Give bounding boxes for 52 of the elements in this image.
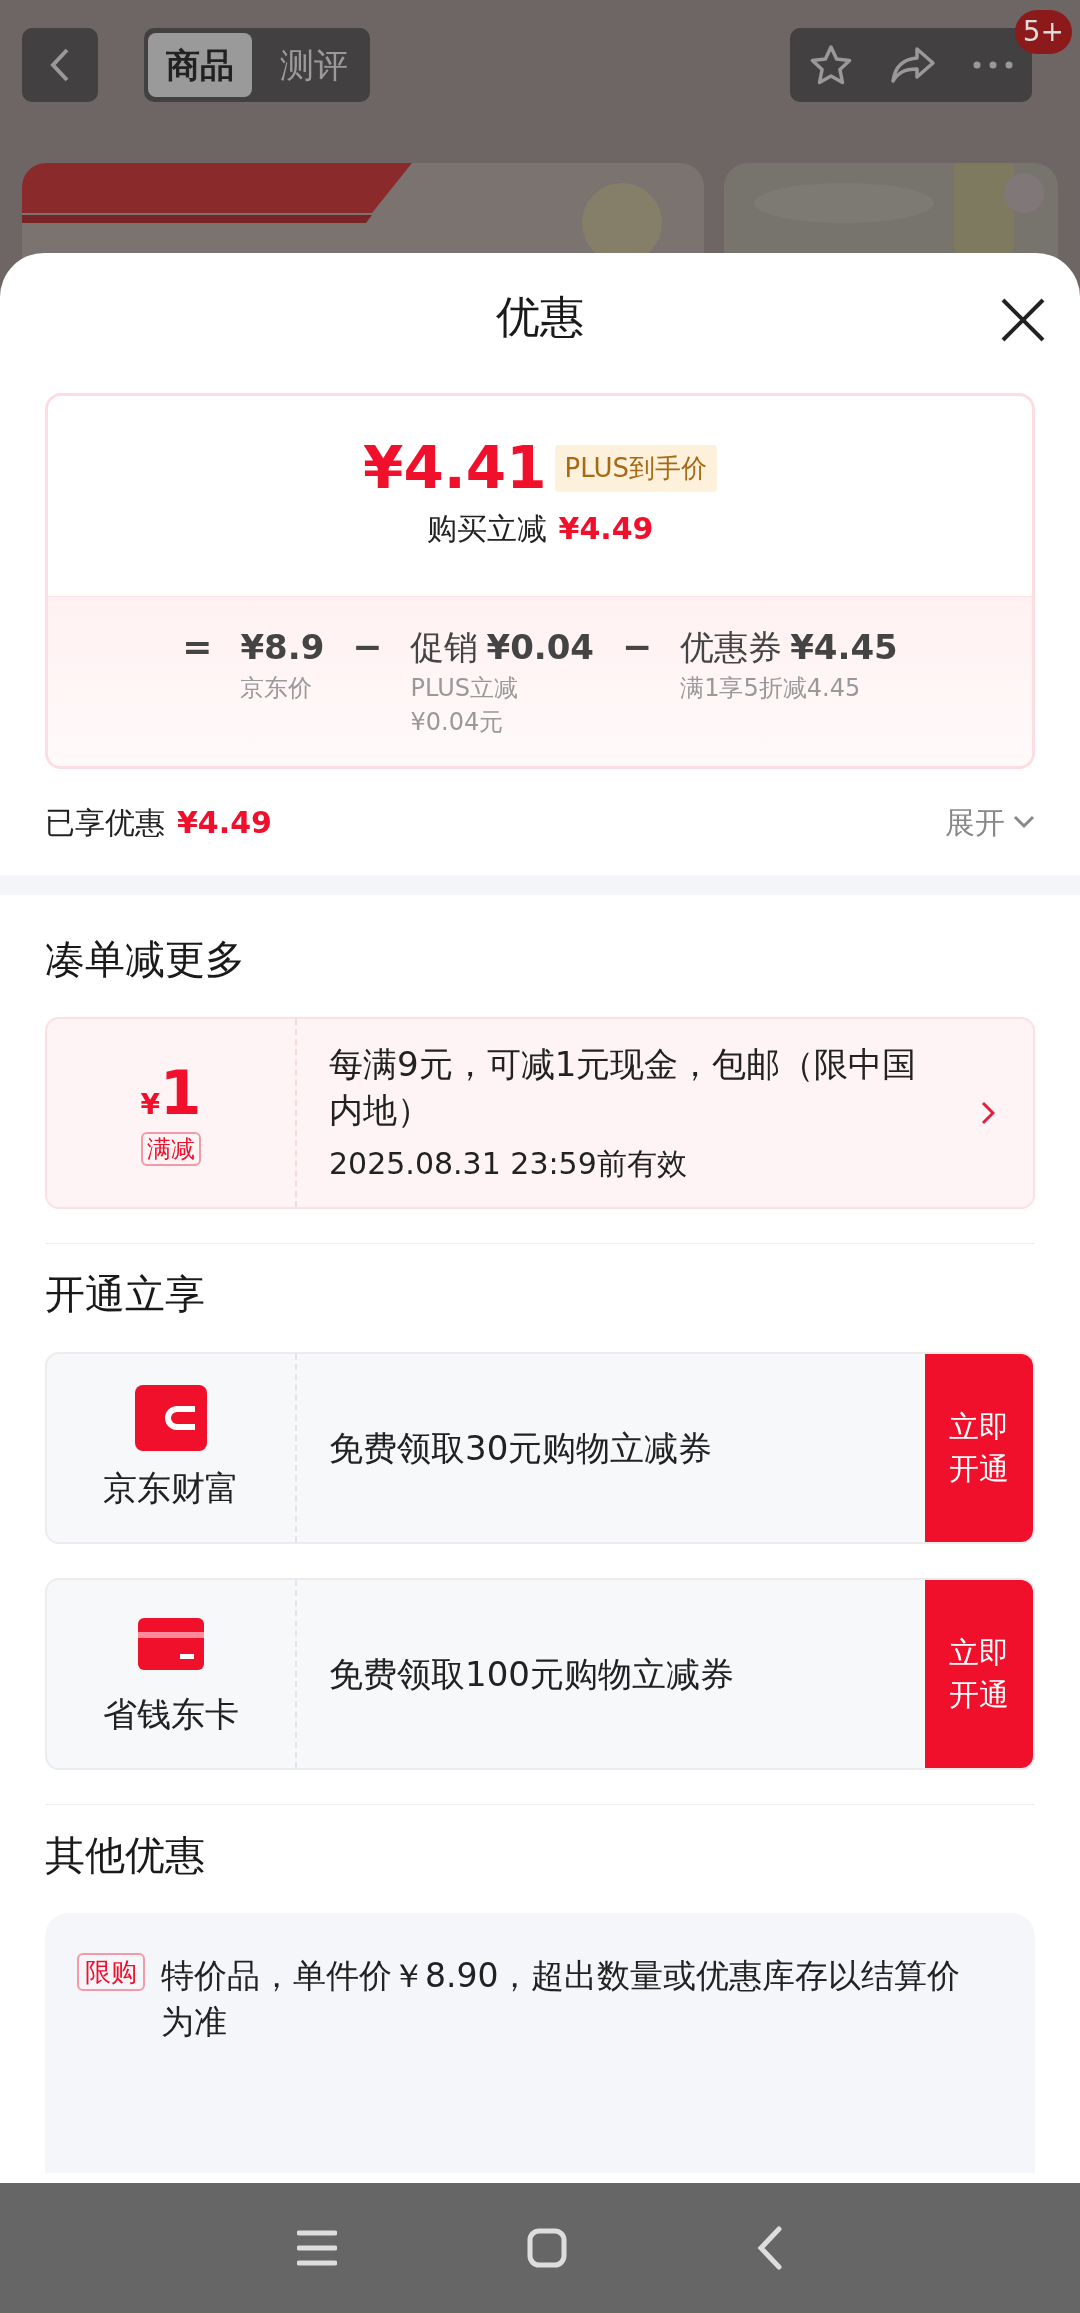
activate-button[interactable]: 立即开通 <box>925 1580 1033 1768</box>
coupon-value: 1 <box>159 1060 202 1125</box>
amount-note: 京东价 <box>240 673 314 704</box>
section-title: 其他优惠 <box>45 1831 205 1880</box>
amount-note: ¥0.04元 <box>410 707 505 738</box>
star-icon[interactable] <box>808 44 853 86</box>
discount-name: 优惠券 <box>680 626 783 669</box>
discount-name: 促销 <box>410 626 479 669</box>
offer-name: 省钱东卡 <box>103 1692 239 1736</box>
amount-note: 满1享5折减4.45 <box>680 673 862 704</box>
menu-icon[interactable] <box>297 2230 337 2266</box>
share-icon[interactable] <box>890 46 936 84</box>
expand-toggle[interactable]: 展开 <box>945 799 1035 845</box>
coupon-validity: 2025.08.31 23:59前有效 <box>329 1144 688 1183</box>
coupon-description: 每满9元，可减1元现金，包邮（限中国内地） <box>329 1042 918 1132</box>
amount-note: PLUS立减 <box>410 673 519 704</box>
back-button[interactable] <box>22 28 98 102</box>
reduction-amount: ¥4.49 <box>558 510 654 548</box>
operator: − <box>622 625 653 669</box>
amount: ¥8.9 <box>240 626 325 669</box>
operator: − <box>352 625 383 669</box>
coupon-tag: 满减 <box>141 1131 201 1166</box>
chevron-right-icon <box>981 1101 995 1125</box>
offer-description: 免费领取30元购物立减券 <box>329 1426 713 1470</box>
card-icon <box>138 1617 204 1670</box>
enjoyed-label: 已享优惠 <box>45 803 165 842</box>
amount: ¥4.45 <box>790 626 898 669</box>
home-icon[interactable] <box>527 2228 567 2268</box>
currency-sign: ¥ <box>140 1086 160 1123</box>
activate-button[interactable]: 立即开通 <box>925 1354 1033 1542</box>
enjoyed-amount: ¥4.49 <box>177 803 272 842</box>
section-title: 开通立享 <box>45 1270 205 1319</box>
chevron-down-icon <box>1013 815 1035 829</box>
back-icon <box>50 47 70 83</box>
reduction-label: 购买立减 <box>426 510 547 548</box>
offer-description: 免费领取100元购物立减券 <box>329 1652 734 1696</box>
final-price: ¥4.41 <box>363 436 547 500</box>
tab[interactable]: 测评 <box>262 33 366 97</box>
sheet-title: 优惠 <box>496 290 584 344</box>
notice-text: 特价品，单件价￥8.90，超出数量或优惠库存以结算价为准 <box>161 1955 962 2043</box>
close-icon[interactable] <box>1000 297 1046 343</box>
back-icon[interactable] <box>757 2226 783 2270</box>
tab[interactable]: 商品 <box>148 33 252 97</box>
section-title: 凑单减更多 <box>45 935 245 984</box>
limit-tag: 限购 <box>77 1953 145 1991</box>
price-tag: PLUS到手价 <box>554 444 717 492</box>
amount: ¥0.04 <box>486 626 595 669</box>
coupon-card[interactable]: ¥1 满减 每满9元，可减1元现金，包邮（限中国内地） 2025.08.31 23:59前有效 <box>45 1017 1035 1209</box>
more-icon[interactable] <box>973 61 1014 69</box>
operator: = <box>182 625 213 669</box>
offer-name: 京东财富 <box>103 1466 239 1510</box>
wallet-icon <box>135 1384 207 1451</box>
